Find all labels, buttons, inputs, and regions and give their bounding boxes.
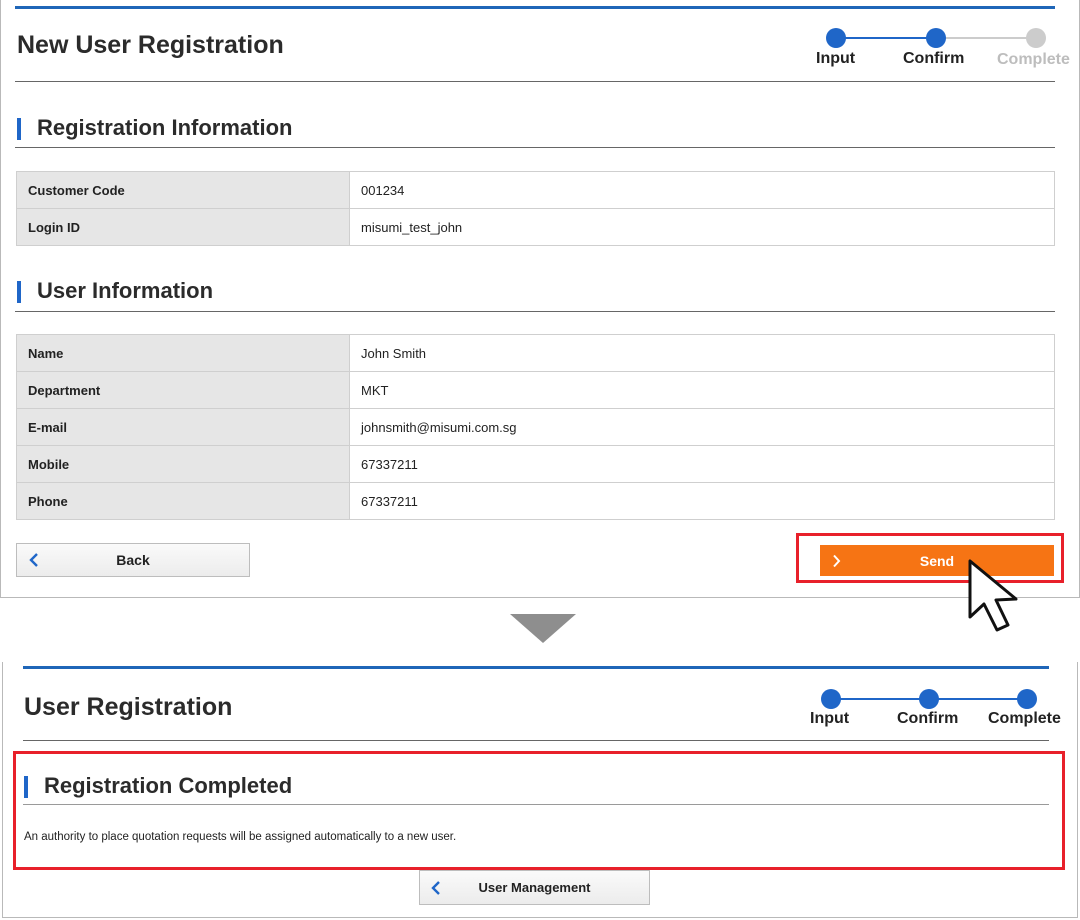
step-label-input: Input xyxy=(810,710,850,727)
field-value: 67337211 xyxy=(349,482,1055,520)
stepper-connector xyxy=(844,37,936,39)
step-label-input: Input xyxy=(816,50,856,67)
field-label: Customer Code xyxy=(16,171,350,209)
section-heading-user: User Information xyxy=(17,278,213,304)
step-dot-complete xyxy=(1017,689,1037,709)
table-row: Login ID misumi_test_john xyxy=(16,208,1055,246)
down-arrow-icon xyxy=(510,614,576,643)
completion-highlight-box xyxy=(13,751,1065,870)
divider xyxy=(15,81,1055,82)
mouse-pointer-icon xyxy=(968,559,1018,632)
field-label: Phone xyxy=(16,482,350,520)
step-dot-input xyxy=(826,28,846,48)
table-row: Customer Code 001234 xyxy=(16,171,1055,209)
table-row: Phone 67337211 xyxy=(16,482,1055,520)
field-value: 001234 xyxy=(349,171,1055,209)
header-accent-rule xyxy=(23,666,1049,669)
field-value: 67337211 xyxy=(349,445,1055,483)
table-row: Department MKT xyxy=(16,371,1055,409)
field-label: Login ID xyxy=(16,208,350,246)
page-title: User Registration xyxy=(24,693,233,721)
section-accent-bar xyxy=(24,776,28,798)
completion-message: An authority to place quotation requests… xyxy=(24,831,457,843)
step-dot-confirm xyxy=(919,689,939,709)
section-heading-completed: Registration Completed xyxy=(24,773,292,799)
field-value: johnsmith@misumi.com.sg xyxy=(349,408,1055,446)
field-value: misumi_test_john xyxy=(349,208,1055,246)
user-info-table: Name John Smith Department MKT E-mail jo… xyxy=(16,334,1055,520)
user-management-button-label: User Management xyxy=(478,880,591,895)
section-heading-text: User Information xyxy=(37,278,214,303)
divider xyxy=(23,740,1049,741)
step-dot-confirm xyxy=(926,28,946,48)
table-row: Mobile 67337211 xyxy=(16,445,1055,483)
header-accent-rule xyxy=(15,6,1055,9)
user-management-button[interactable]: User Management xyxy=(419,870,650,905)
step-dot-input xyxy=(821,689,841,709)
field-value: John Smith xyxy=(349,334,1055,372)
chevron-left-icon xyxy=(29,553,38,567)
section-heading-registration: Registration Information xyxy=(17,115,292,141)
field-value: MKT xyxy=(349,371,1055,409)
step-label-complete: Complete xyxy=(988,710,1061,727)
chevron-right-icon xyxy=(833,554,841,567)
section-heading-text: Registration Information xyxy=(37,115,293,140)
registration-info-table: Customer Code 001234 Login ID misumi_tes… xyxy=(16,171,1055,246)
section-accent-bar xyxy=(17,281,21,303)
field-label: Name xyxy=(16,334,350,372)
back-button[interactable]: Back xyxy=(16,543,250,577)
divider xyxy=(15,311,1055,312)
step-dot-complete xyxy=(1026,28,1046,48)
section-heading-text: Registration Completed xyxy=(44,773,293,798)
page-title: New User Registration xyxy=(17,31,284,59)
confirm-panel: New User Registration Input Confirm Comp… xyxy=(0,0,1080,598)
section-accent-bar xyxy=(17,118,21,140)
table-row: Name John Smith xyxy=(16,334,1055,372)
field-label: Mobile xyxy=(16,445,350,483)
field-label: Department xyxy=(16,371,350,409)
field-label: E-mail xyxy=(16,408,350,446)
step-label-confirm: Confirm xyxy=(897,710,959,727)
divider xyxy=(15,147,1055,148)
step-label-confirm: Confirm xyxy=(903,50,965,67)
send-button-label: Send xyxy=(919,552,955,569)
back-button-label: Back xyxy=(116,552,150,568)
divider xyxy=(23,804,1049,805)
table-row: E-mail johnsmith@misumi.com.sg xyxy=(16,408,1055,446)
stepper-connector xyxy=(936,37,1036,39)
chevron-left-icon xyxy=(431,880,440,895)
step-label-complete: Complete xyxy=(997,51,1070,68)
